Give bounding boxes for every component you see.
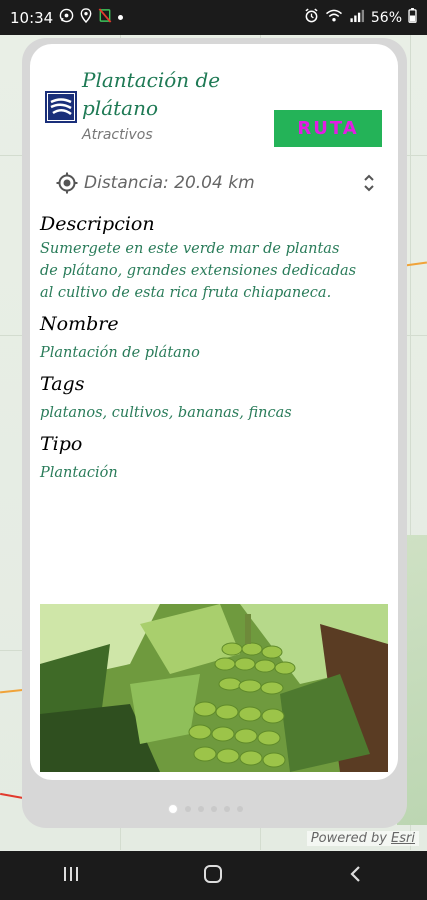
section-heading: Descripcion: [40, 213, 155, 235]
attraction-category: Atractivos: [82, 127, 153, 143]
details-list: Descripcion Sumergete en este verde mar …: [40, 210, 385, 484]
card-header: Plantación de plátano Atractivos RUTA: [44, 66, 389, 176]
page-dot[interactable]: [237, 806, 243, 812]
esri-link[interactable]: Esri: [391, 831, 415, 846]
status-time: 10:34: [10, 8, 54, 27]
location-icon: [80, 8, 92, 27]
status-bar: 10:34 56%: [0, 0, 427, 35]
attraction-photo: [40, 604, 388, 772]
section-heading: Nombre: [40, 313, 119, 335]
section-text: Plantación: [40, 465, 118, 481]
name-section: Nombre Plantación de plátano: [40, 310, 385, 364]
recents-icon[interactable]: [61, 864, 81, 888]
section-heading: Tipo: [40, 433, 83, 455]
description-section: Descripcion Sumergete en este verde mar …: [40, 210, 385, 304]
chevron-updown-icon[interactable]: [362, 171, 376, 195]
tags-section: Tags platanos, cultivos, bananas, fincas: [40, 370, 385, 424]
section-heading: Tags: [40, 373, 85, 395]
route-button[interactable]: RUTA: [274, 110, 382, 147]
map-attribution[interactable]: Powered by Esri: [306, 831, 419, 846]
notification-dot: [118, 15, 124, 20]
map-pin-icon: [56, 172, 78, 194]
attraction-title: Plantación de plátano: [82, 66, 242, 122]
app-logo-icon: [45, 91, 77, 123]
map-road: [404, 261, 427, 267]
battery-percent: 56%: [370, 9, 402, 26]
attraction-card[interactable]: Plantación de plátano Atractivos RUTA Di…: [30, 44, 398, 780]
no-sim-icon: [98, 8, 112, 27]
section-text: Sumergete en este verde mar de plantas d…: [40, 241, 357, 301]
section-text: Plantación de plátano: [40, 345, 200, 361]
distance-label: Distancia: 20.04 km: [84, 173, 255, 193]
back-icon[interactable]: [346, 864, 366, 888]
wifi-icon: [325, 8, 343, 27]
alarm-icon: [304, 8, 319, 27]
page-indicator[interactable]: [168, 804, 243, 814]
signal-icon: [349, 8, 365, 27]
whatsapp-icon: [59, 8, 74, 27]
title-line: Plantación de: [82, 68, 221, 92]
map-route-line: [0, 792, 24, 800]
page-dot[interactable]: [185, 806, 191, 812]
page-dot[interactable]: [198, 806, 204, 812]
home-icon[interactable]: [202, 863, 224, 889]
battery-icon: [408, 8, 417, 27]
type-section: Tipo Plantación: [40, 430, 385, 484]
title-line: plátano: [82, 96, 159, 120]
page-dot[interactable]: [224, 806, 230, 812]
section-text: platanos, cultivos, bananas, fincas: [40, 405, 292, 421]
page-dot[interactable]: [211, 806, 217, 812]
page-dot-active[interactable]: [168, 804, 178, 814]
system-nav-bar: [0, 851, 427, 900]
attribution-prefix: Powered by: [310, 831, 392, 846]
distance-row[interactable]: Distancia: 20.04 km: [56, 168, 376, 198]
